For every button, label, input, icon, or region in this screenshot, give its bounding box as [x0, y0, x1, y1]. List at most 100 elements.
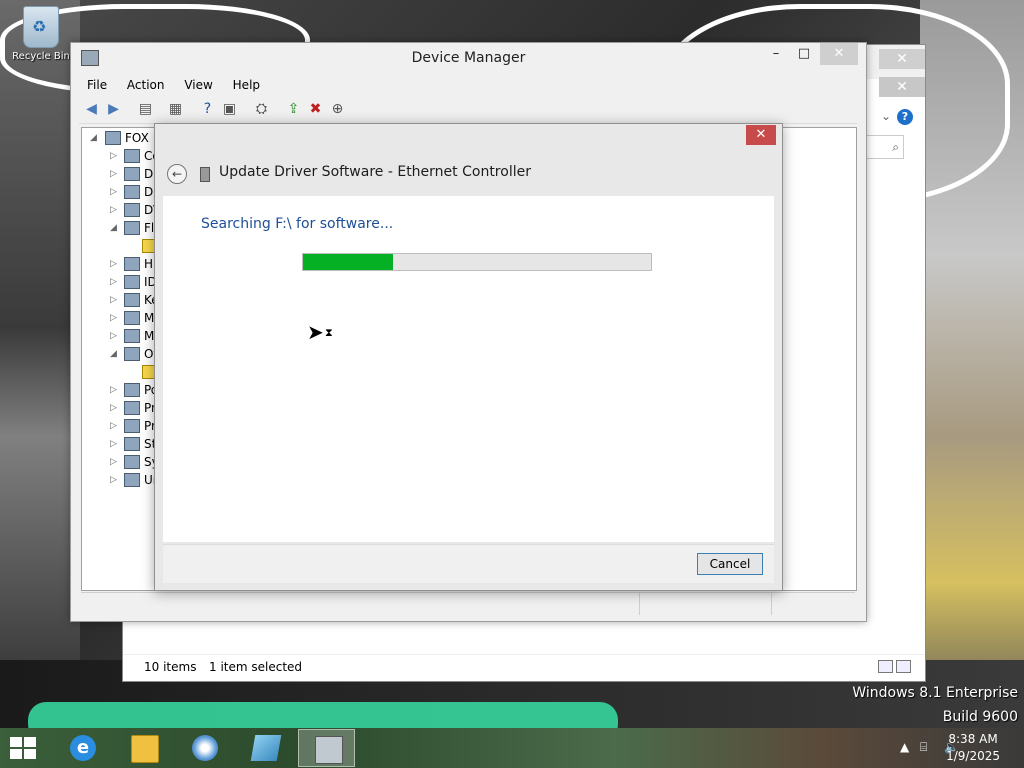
expand-arrow-icon[interactable]: ▷: [110, 327, 117, 345]
forward-arrow-icon[interactable]: ▶: [105, 101, 122, 118]
taskbar-device-manager[interactable]: [298, 729, 355, 767]
clock-time: 8:38 AM: [948, 732, 998, 746]
collapse-arrow-icon[interactable]: ◢: [90, 129, 97, 147]
window-title: Device Manager: [411, 50, 526, 66]
explorer-status-bar: 10 items 1 item selected: [123, 654, 925, 681]
device-category-icon: [124, 311, 140, 325]
network-icon[interactable]: ⌸: [920, 740, 927, 755]
taskbar-app[interactable]: [237, 729, 294, 767]
menu-help[interactable]: Help: [225, 75, 268, 95]
help-icon[interactable]: ?: [199, 101, 216, 118]
device-category-icon: [124, 401, 140, 415]
expand-arrow-icon[interactable]: ▷: [110, 201, 117, 219]
dialog-footer: Cancel: [163, 544, 774, 583]
scan-hardware-icon[interactable]: ⛭: [253, 101, 270, 118]
recycle-bin-label: Recycle Bin: [12, 51, 70, 62]
device-category-icon: [124, 329, 140, 343]
window-app-icon: [250, 735, 282, 761]
minimize-button[interactable]: –: [762, 43, 790, 65]
taskbar-internet-explorer[interactable]: e: [54, 729, 111, 767]
clock-date: 1/9/2025: [946, 749, 1000, 763]
tree-item-label: M: [144, 311, 155, 325]
menu-view[interactable]: View: [176, 75, 220, 95]
expand-arrow-icon[interactable]: ▷: [110, 435, 117, 453]
large-icons-view-icon[interactable]: [896, 660, 911, 673]
enable-device-icon[interactable]: ⊕: [329, 101, 346, 118]
windows-logo-icon: [10, 749, 22, 759]
device-category-icon: [124, 167, 140, 181]
properties-icon[interactable]: ▦: [167, 101, 184, 118]
progress-bar: [302, 253, 652, 271]
progress-fill: [303, 254, 394, 270]
show-hidden-icons-icon[interactable]: ▲: [900, 740, 909, 754]
expand-arrow-icon[interactable]: ▷: [110, 183, 117, 201]
windows-build-watermark: Build 9600: [942, 709, 1018, 725]
hourglass-icon: ⧗: [325, 326, 333, 339]
device-category-icon: [124, 347, 140, 361]
device-category-icon: [124, 185, 140, 199]
taskbar-file-explorer[interactable]: [115, 729, 172, 767]
close-button[interactable]: ✕: [820, 43, 858, 65]
expand-arrow-icon[interactable]: ▷: [110, 399, 117, 417]
start-button[interactable]: [10, 737, 38, 761]
device-category-icon: [124, 455, 140, 469]
dialog-title: Update Driver Software - Ethernet Contro…: [219, 164, 531, 180]
expand-arrow-icon[interactable]: ▷: [110, 381, 117, 399]
status-divider: [771, 593, 772, 615]
toolbar: ◀ ▶ ▤ ▦ ? ▣ ⛭ ⇪ ✖ ⊕: [79, 97, 857, 124]
collapse-arrow-icon[interactable]: ◢: [110, 345, 117, 363]
cancel-button[interactable]: Cancel: [697, 553, 763, 575]
help-icon[interactable]: ?: [897, 109, 913, 125]
back-button-icon[interactable]: ←: [167, 164, 187, 184]
back-arrow-icon[interactable]: ◀: [83, 101, 100, 118]
tree-root-label: FOX: [125, 131, 149, 145]
status-item-count: 10 items: [144, 660, 197, 674]
expand-arrow-icon[interactable]: ▷: [110, 453, 117, 471]
taskbar-media-player[interactable]: [176, 729, 233, 767]
search-status-text: Searching F:\ for software...: [201, 216, 394, 232]
chevron-down-icon[interactable]: ⌄: [881, 109, 891, 123]
expand-arrow-icon[interactable]: ▷: [110, 309, 117, 327]
maximize-button[interactable]: □: [790, 43, 818, 65]
explorer-close-button[interactable]: ✕: [879, 77, 925, 97]
expand-arrow-icon[interactable]: ▷: [110, 417, 117, 435]
expand-arrow-icon[interactable]: ▷: [110, 471, 117, 489]
update-driver-icon[interactable]: ⇪: [285, 101, 302, 118]
device-manager-titlebar[interactable]: Device Manager – □ ✕: [71, 43, 866, 73]
computer-icon: [105, 131, 121, 145]
view-toggle[interactable]: [875, 660, 911, 676]
expand-arrow-icon[interactable]: ▷: [110, 147, 117, 165]
network-adapter-icon: [200, 167, 210, 182]
explorer-close-button-top[interactable]: ✕: [879, 49, 925, 69]
recycle-bin-shortcut[interactable]: Recycle Bin: [6, 6, 76, 62]
expand-arrow-icon[interactable]: ▷: [110, 291, 117, 309]
expand-arrow-icon[interactable]: ▷: [110, 165, 117, 183]
device-category-icon: [124, 437, 140, 451]
show-hide-tree-icon[interactable]: ▤: [137, 101, 154, 118]
device-category-icon: [124, 257, 140, 271]
clock[interactable]: 8:38 AM 1/9/2025: [946, 731, 1000, 765]
windows-edition-watermark: Windows 8.1 Enterprise: [852, 685, 1018, 701]
internet-explorer-icon: e: [70, 735, 96, 761]
windows-logo-icon: [24, 737, 36, 747]
wallpaper-left: [0, 0, 80, 728]
details-view-icon[interactable]: [878, 660, 893, 673]
expand-arrow-icon[interactable]: ▷: [110, 273, 117, 291]
system-tray: ▲ ⌸ 🔈 8:38 AM 1/9/2025: [874, 728, 1024, 768]
action-pane-icon[interactable]: ▣: [221, 101, 238, 118]
device-category-icon: [124, 383, 140, 397]
menu-file[interactable]: File: [79, 75, 115, 95]
device-category-icon: [124, 473, 140, 487]
tree-item-label: Fl: [144, 221, 155, 235]
uninstall-icon[interactable]: ✖: [307, 101, 324, 118]
device-category-icon: [124, 293, 140, 307]
device-category-icon: [124, 203, 140, 217]
menu-action[interactable]: Action: [119, 75, 173, 95]
collapse-arrow-icon[interactable]: ◢: [110, 219, 117, 237]
update-driver-dialog[interactable]: ✕ ← Update Driver Software - Ethernet Co…: [154, 123, 783, 591]
menu-bar: File Action View Help: [79, 75, 268, 95]
windows-logo-icon: [10, 737, 22, 747]
folder-icon: [131, 735, 159, 763]
expand-arrow-icon[interactable]: ▷: [110, 255, 117, 273]
dialog-close-button[interactable]: ✕: [746, 125, 776, 145]
